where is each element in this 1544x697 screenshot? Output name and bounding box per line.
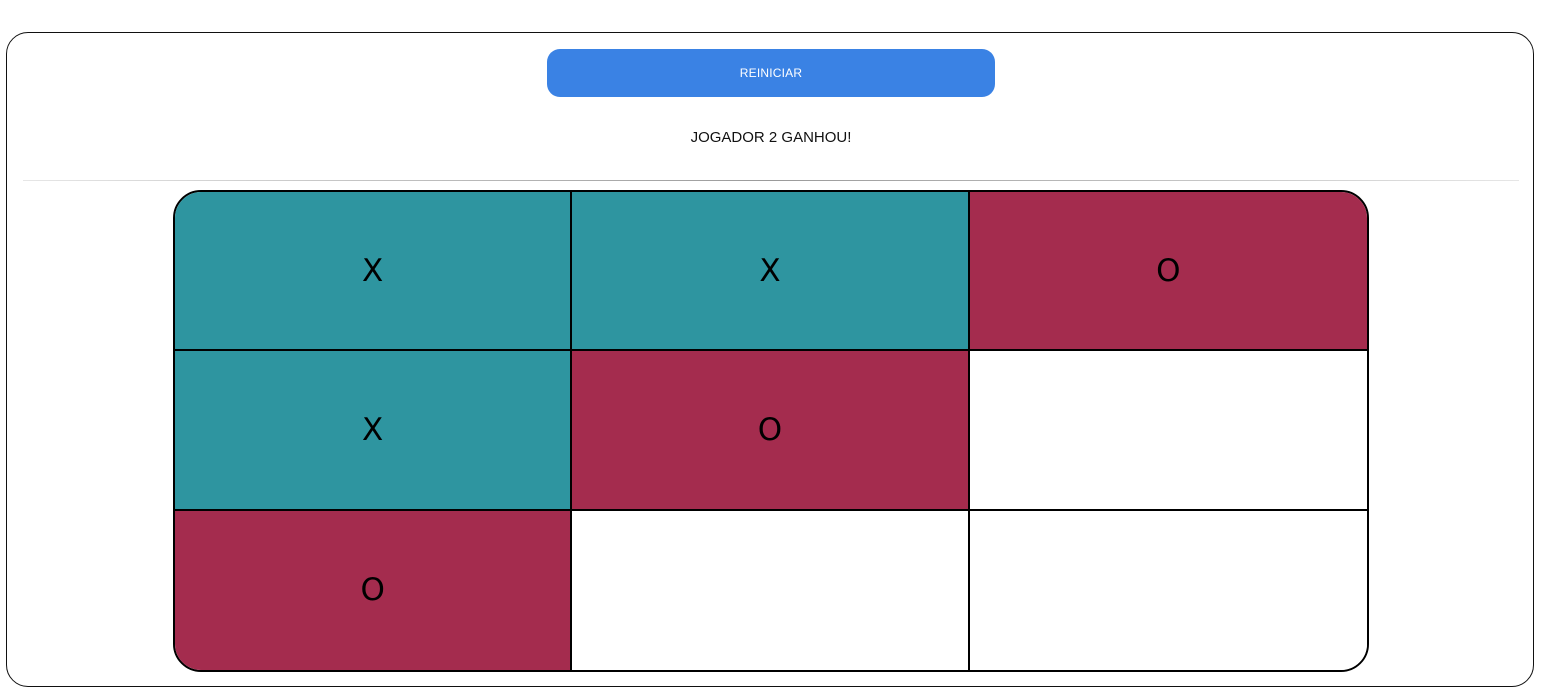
- game-status: JOGADOR 2 GANHOU!: [690, 129, 852, 146]
- board-cell[interactable]: [572, 510, 970, 670]
- board-cell[interactable]: X: [175, 192, 573, 352]
- board-cell[interactable]: [969, 510, 1367, 670]
- board-cell[interactable]: O: [572, 351, 970, 511]
- board-cell[interactable]: X: [175, 351, 573, 511]
- restart-button[interactable]: REINICIAR: [547, 49, 995, 97]
- game-container: REINICIAR JOGADOR 2 GANHOU! X X O X O O: [6, 32, 1534, 687]
- board-cell[interactable]: O: [175, 510, 573, 670]
- game-board: X X O X O O: [173, 190, 1369, 672]
- board-cell[interactable]: O: [969, 192, 1367, 352]
- divider: [23, 180, 1519, 181]
- board-cell[interactable]: X: [572, 192, 970, 352]
- board-cell[interactable]: [969, 351, 1367, 511]
